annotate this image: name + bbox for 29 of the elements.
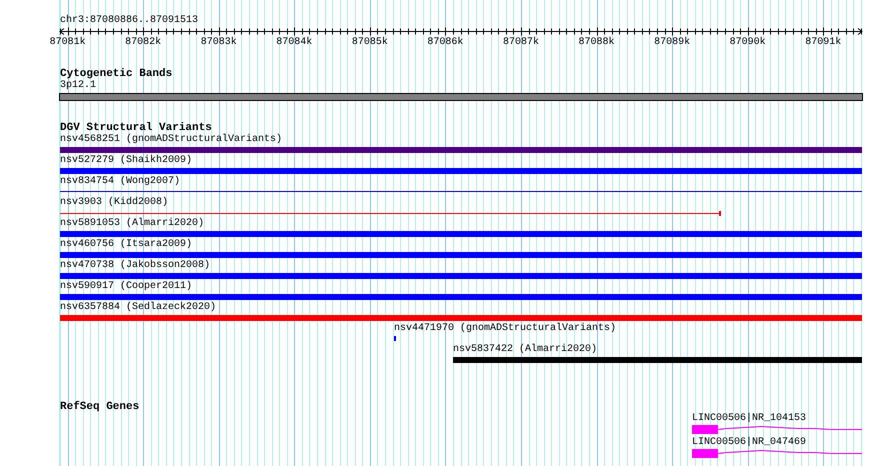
variant-label: nsv4568251 (gnomADStructuralVariants) — [60, 134, 282, 145]
tick-label: 87083k — [200, 37, 237, 48]
tick-label: 87086k — [427, 37, 464, 48]
tick-label: 87091k — [805, 37, 842, 48]
band-label: 3p12.1 — [60, 80, 96, 91]
track-title: DGV Structural Variants — [60, 122, 212, 134]
variant-label: nsv460756 (Itsara2009) — [60, 239, 192, 250]
tick-label: 87087k — [502, 37, 539, 48]
tick-label: 87089k — [654, 37, 690, 48]
variant-label: nsv4471970 (gnomADStructuralVariants) — [394, 323, 616, 334]
variant-label: nsv3903 (Kidd2008) — [60, 197, 168, 208]
location-label: chr3:87080886..87091513 — [60, 15, 198, 26]
tick-label: 87090k — [730, 37, 766, 48]
variant-label: nsv470738 (Jakobsson2008) — [60, 260, 210, 271]
variant-label: nsv834754 (Wong2007) — [60, 176, 180, 187]
track-title: RefSeq Genes — [60, 401, 140, 413]
tick-label: 87085k — [352, 37, 388, 48]
tick-label: 87081k — [50, 37, 86, 48]
variant-label: nsv5891053 (Almarri2020) — [60, 218, 204, 229]
gene-label: LINC00506|NR_104153 — [692, 413, 806, 424]
gene-label: LINC00506|NR_047469 — [692, 437, 806, 448]
track-title: Cytogenetic Bands — [60, 68, 174, 80]
variant-label: nsv590917 (Cooper2011) — [60, 281, 192, 292]
tick-label: 87082k — [125, 37, 162, 48]
tick-label: 87084k — [276, 37, 312, 48]
variant-label: nsv527279 (Shaikh2009) — [60, 155, 192, 166]
tick-label: 87088k — [578, 37, 615, 48]
variant-label: nsv5837422 (Almarri2020) — [453, 344, 598, 355]
variant-label: nsv6357884 (Sedlazeck2020) — [60, 302, 216, 313]
